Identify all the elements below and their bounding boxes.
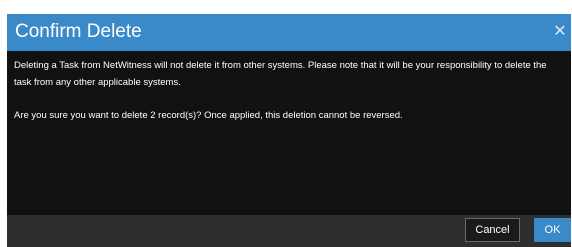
dialog-message-confirm: Are you sure you want to delete 2 record… <box>14 110 403 121</box>
dialog-footer: Cancel OK <box>7 215 571 247</box>
cancel-button[interactable]: Cancel <box>465 218 520 242</box>
dialog-body: Deleting a Task from NetWitness will not… <box>14 57 559 124</box>
dialog-title: Confirm Delete <box>15 21 142 42</box>
ok-button[interactable]: OK <box>534 218 571 242</box>
close-icon[interactable]: ✕ <box>552 22 568 42</box>
confirm-delete-dialog: Confirm Delete ✕ Deleting a Task from Ne… <box>7 14 571 247</box>
dialog-message-warning: Deleting a Task from NetWitness will not… <box>14 60 547 88</box>
dialog-header: Confirm Delete ✕ <box>7 14 571 51</box>
